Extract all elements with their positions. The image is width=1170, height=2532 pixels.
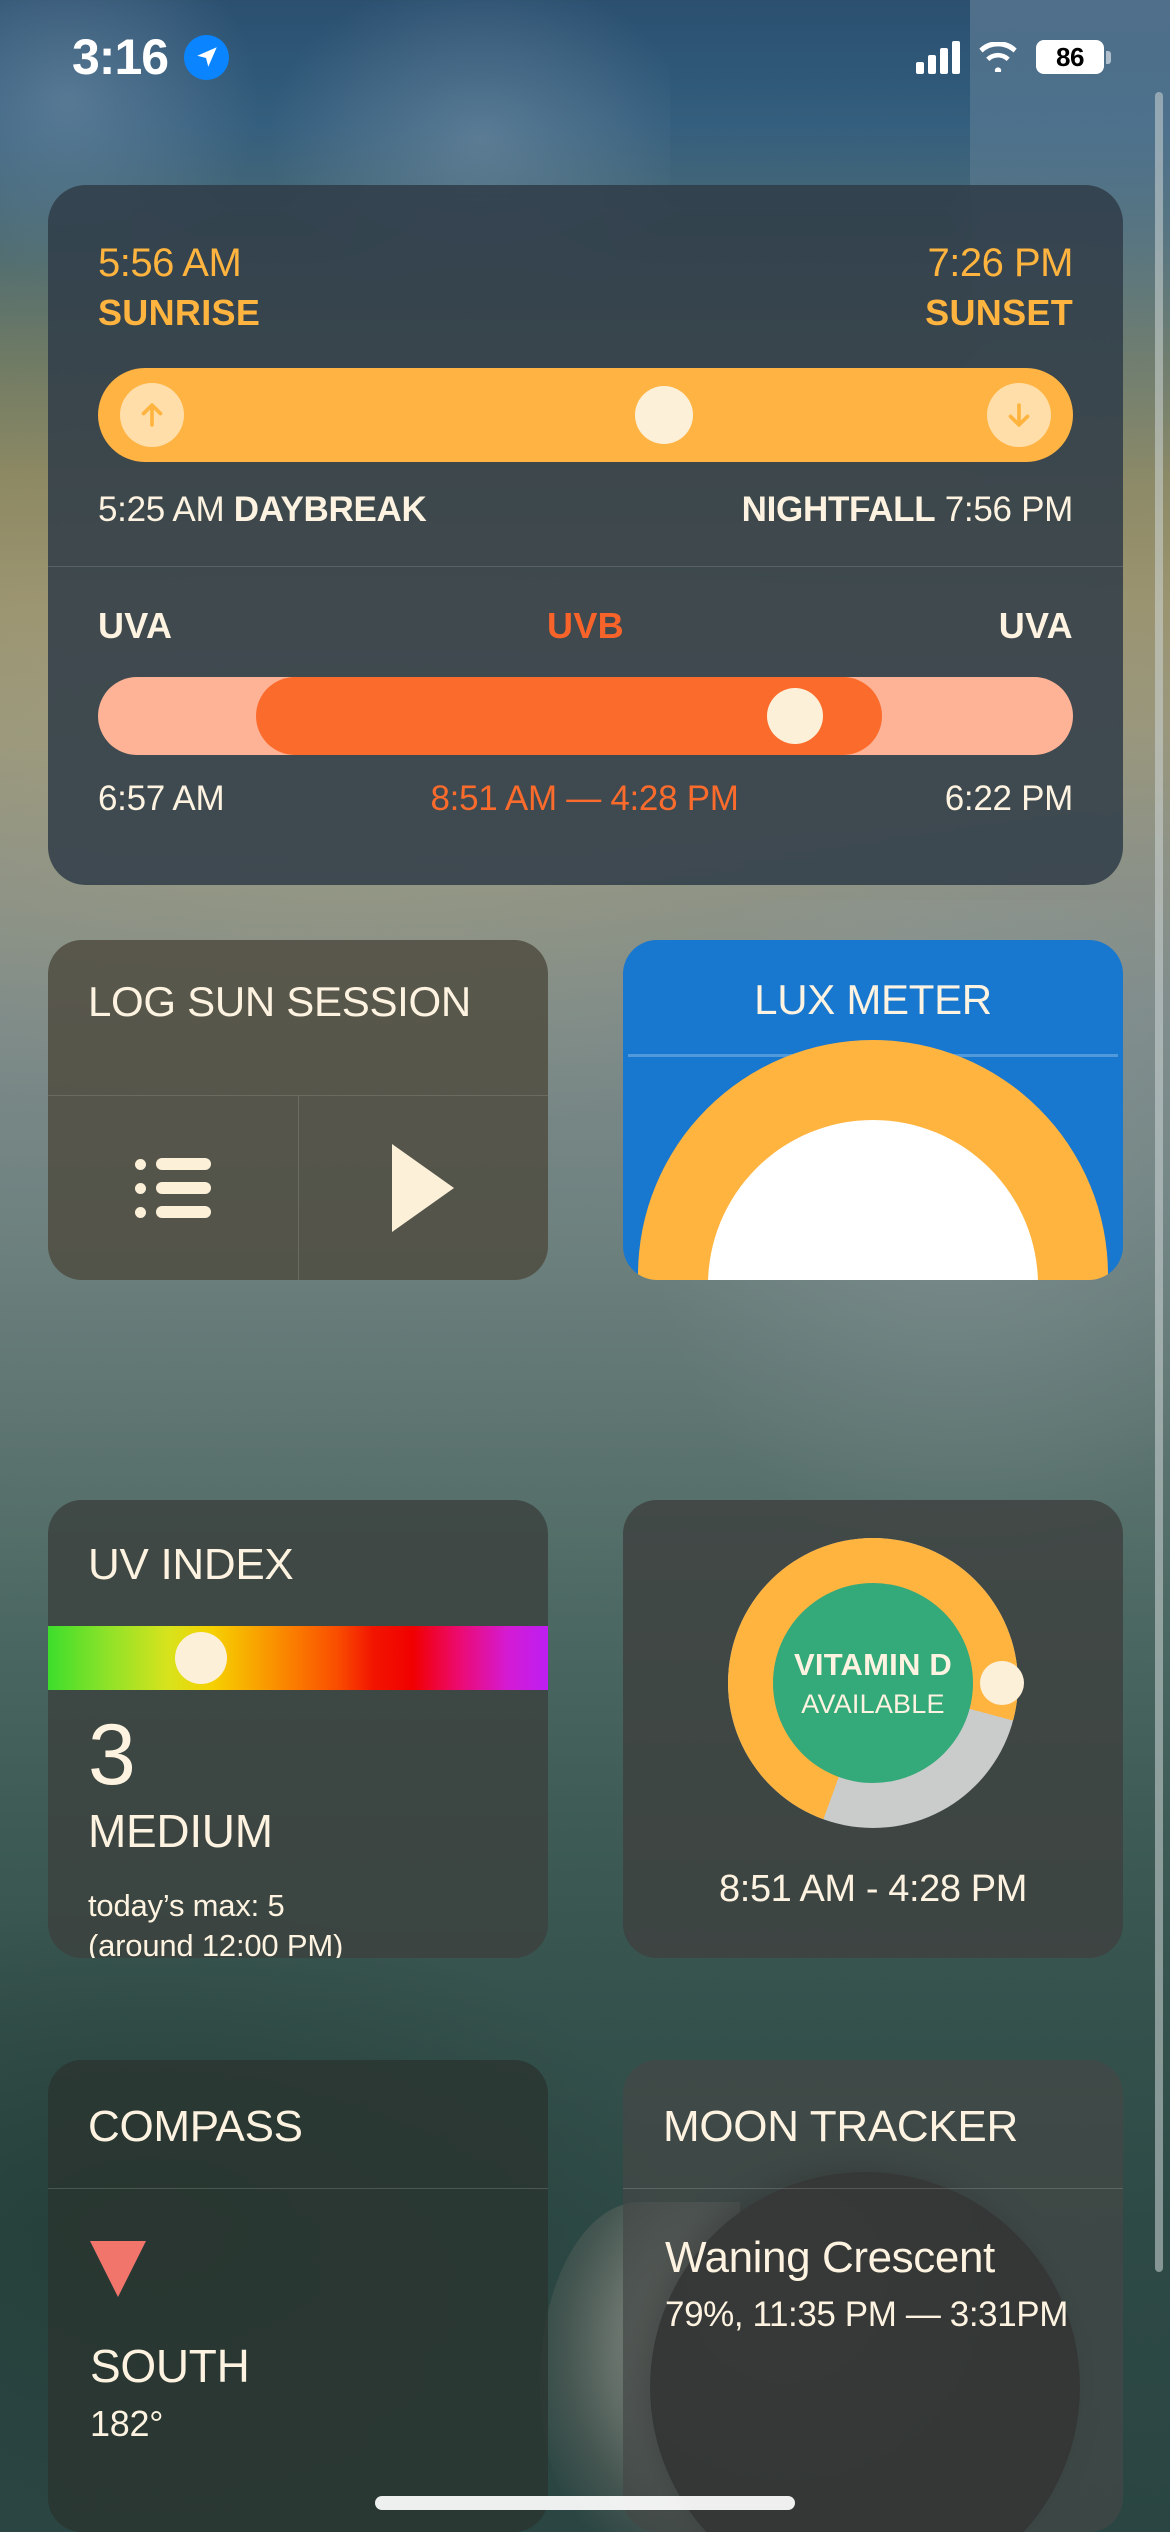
lux-meter-card[interactable]: LUX METER [623,940,1123,1280]
home-indicator[interactable] [375,2496,795,2510]
uv-progress-thumb[interactable] [767,688,824,744]
twilight-row: 5:25 AM DAYBREAK NIGHTFALL 7:56 PM [98,490,1073,530]
sunrise-arrow-up-icon [120,383,184,447]
compass-needle-icon [90,2241,146,2297]
uv-index-max-line1: today’s max: 5 [88,1888,285,1923]
uv-index-title: UV INDEX [88,1540,294,1589]
log-sun-session-actions [48,1095,548,1280]
start-session-button[interactable] [299,1096,549,1280]
nightfall-entry: NIGHTFALL 7:56 PM [741,490,1074,530]
uv-index-value: 3 [88,1707,136,1803]
daybreak-time: 5:25 AM [98,490,225,529]
moon-phase-name: Waning Crescent [665,2233,995,2282]
uv-index-level: MEDIUM [88,1805,273,1857]
uv-index-max-line2: (around 12:00 PM) [88,1927,344,1958]
vitamin-d-range: 8:51 AM - 4:28 PM [719,1868,1027,1910]
status-bar-left: 3:16 [72,28,230,86]
sunset-block: 7:26 PM SUNSET [925,241,1073,334]
nightfall-time: 7:56 PM [944,490,1074,529]
location-arrow-icon [184,34,230,80]
sunrise-label: SUNRISE [98,292,261,333]
tools-row: LOG SUN SESSION LUX METER [48,940,1123,1300]
log-sun-session-title: LOG SUN SESSION [88,978,471,1025]
moon-tracker-title: MOON TRACKER [663,2102,1018,2151]
uv-index-gradient-bar [48,1626,548,1690]
battery-indicator: 86 [1036,40,1111,74]
sunset-label: SUNSET [925,292,1073,333]
status-bar: 3:16 86 [0,0,1170,100]
vitamin-d-progress-dot [980,1661,1024,1705]
list-icon [134,1158,211,1218]
compass-card[interactable]: COMPASS SOUTH 182° [48,2060,548,2532]
uv-vitd-row: UV INDEX 3 MEDIUM today’s max: 5 (around… [48,1500,1123,2000]
sunset-time: 7:26 PM [927,241,1074,285]
moon-tracker-card[interactable]: MOON TRACKER Waning Crescent 79%, 11:35 … [623,2060,1123,2532]
status-clock: 3:16 [72,29,169,85]
lux-meter-title: LUX METER [754,976,992,1023]
nightfall-label: NIGHTFALL [741,490,936,529]
compass-moon-row: COMPASS SOUTH 182° MOON TRACKER Waning C… [48,2060,1123,2532]
vitamin-d-status-circle: VITAMIN D AVAILABLE [773,1583,973,1783]
page-scrollbar[interactable] [1155,92,1163,2272]
play-icon [392,1144,455,1232]
sun-card-header: 5:56 AM SUNRISE 7:26 PM SUNSET [98,241,1074,334]
uv-times-row: 6:57 AM 8:51 AM — 4:28 PM 6:22 PM [98,779,1073,819]
daylight-progress-bar[interactable] [98,368,1073,462]
uva-right-label: UVA [998,605,1073,646]
sun-times-card[interactable]: 5:56 AM SUNRISE 7:26 PM SUNSET 5:25 AM D… [48,185,1123,885]
daybreak-label: DAYBREAK [233,490,427,529]
compass-direction: SOUTH [90,2340,250,2392]
moon-phase-details: 79%, 11:35 PM — 3:31PM [665,2295,1068,2334]
daybreak-entry: 5:25 AM DAYBREAK [98,490,427,530]
card-divider [48,566,1123,567]
uvb-range-time: 8:51 AM — 4:28 PM [430,779,739,818]
uva-end-time: 6:22 PM [944,779,1074,818]
status-bar-right: 86 [916,40,1111,74]
vitamin-d-title: VITAMIN D [794,1646,952,1682]
uv-exposure-bar[interactable] [98,677,1073,755]
uv-legend-row: UVA UVB UVA [98,605,1073,647]
log-sun-session-card[interactable]: LOG SUN SESSION [48,940,548,1280]
vitamin-d-status: AVAILABLE [801,1688,945,1719]
sunset-arrow-down-icon [987,383,1051,447]
compass-divider [48,2188,548,2189]
vitamin-d-ring: VITAMIN D AVAILABLE [728,1538,1024,1828]
compass-title: COMPASS [88,2102,303,2151]
daylight-progress-thumb[interactable] [634,386,693,444]
vitamin-d-card[interactable]: VITAMIN D AVAILABLE 8:51 AM - 4:28 PM [623,1500,1123,1958]
uvb-label: UVB [547,605,624,646]
session-history-button[interactable] [48,1096,299,1280]
uva-left-label: UVA [98,605,173,646]
cellular-signal-icon [916,40,960,74]
uv-index-card[interactable]: UV INDEX 3 MEDIUM today’s max: 5 (around… [48,1500,548,1958]
compass-degrees: 182° [90,2403,164,2444]
uv-index-marker [174,1632,227,1684]
sunrise-block: 5:56 AM SUNRISE [98,241,260,334]
uva-start-time: 6:57 AM [98,779,225,818]
sunrise-time: 5:56 AM [98,241,242,285]
wifi-icon [979,42,1017,72]
uv-index-max-note: today’s max: 5 (around 12:00 PM) [48,1858,548,1958]
